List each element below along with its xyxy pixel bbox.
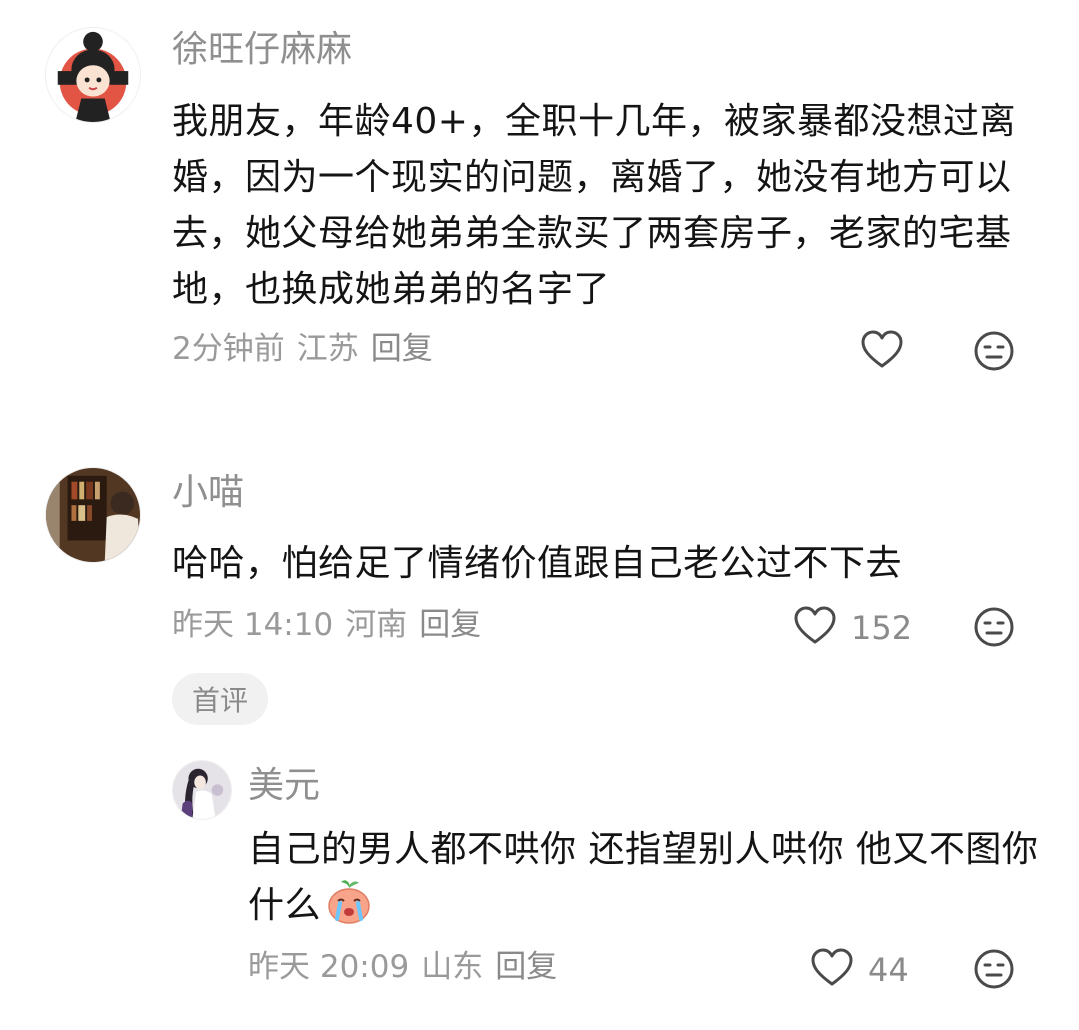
comment-location: 山东 [421,949,484,985]
username[interactable]: 徐旺仔麻麻 [172,32,352,68]
heart-outline-icon [793,606,837,650]
like-button[interactable]: 152 [793,606,912,650]
comment-time: 2分钟前 [172,331,285,367]
avatar[interactable] [45,27,141,123]
reply-button[interactable]: 回复 [371,334,433,365]
expressionless-face-icon [973,331,1015,376]
comment-location: 河南 [345,607,408,643]
reply-button[interactable]: 回复 [495,952,557,983]
comment-meta: 昨天 14:10 河南 回复 [172,610,481,641]
like-button[interactable] [860,330,904,374]
first-comment-badge: 首评 [172,673,269,725]
comment-location: 江苏 [296,331,359,367]
crying-peach-emoji [325,879,373,925]
comment-text: 哈哈，怕给足了情绪价值跟自己老公过不下去 [172,543,903,584]
heart-outline-icon [810,948,854,992]
like-button[interactable]: 44 [810,948,909,992]
dislike-button[interactable] [973,606,1015,648]
username[interactable]: 小喵 [172,475,244,511]
expressionless-face-icon [973,607,1015,652]
comment-text: 自己的男人都不哄你 还指望别人哄你 他又不图你什么 [248,822,1048,934]
like-count: 152 [851,609,913,647]
comment-meta: 昨天 20:09 山东 回复 [248,952,557,983]
comment-text: 我朋友，年龄40+，全职十几年，被家暴都没想过离婚，因为一个现实的问题，离婚了，… [172,101,1016,310]
dislike-button[interactable] [973,330,1015,372]
reply-button[interactable]: 回复 [419,610,481,641]
like-count: 44 [868,951,909,989]
expressionless-face-icon [973,949,1015,994]
avatar[interactable] [172,760,232,820]
dislike-button[interactable] [973,948,1015,990]
comment-time: 昨天 20:09 [248,949,410,985]
heart-outline-icon [860,330,904,374]
avatar[interactable] [45,467,141,563]
comment-time: 昨天 14:10 [172,607,334,643]
username[interactable]: 美元 [248,768,320,804]
comment-meta: 2分钟前 江苏 回复 [172,334,433,365]
